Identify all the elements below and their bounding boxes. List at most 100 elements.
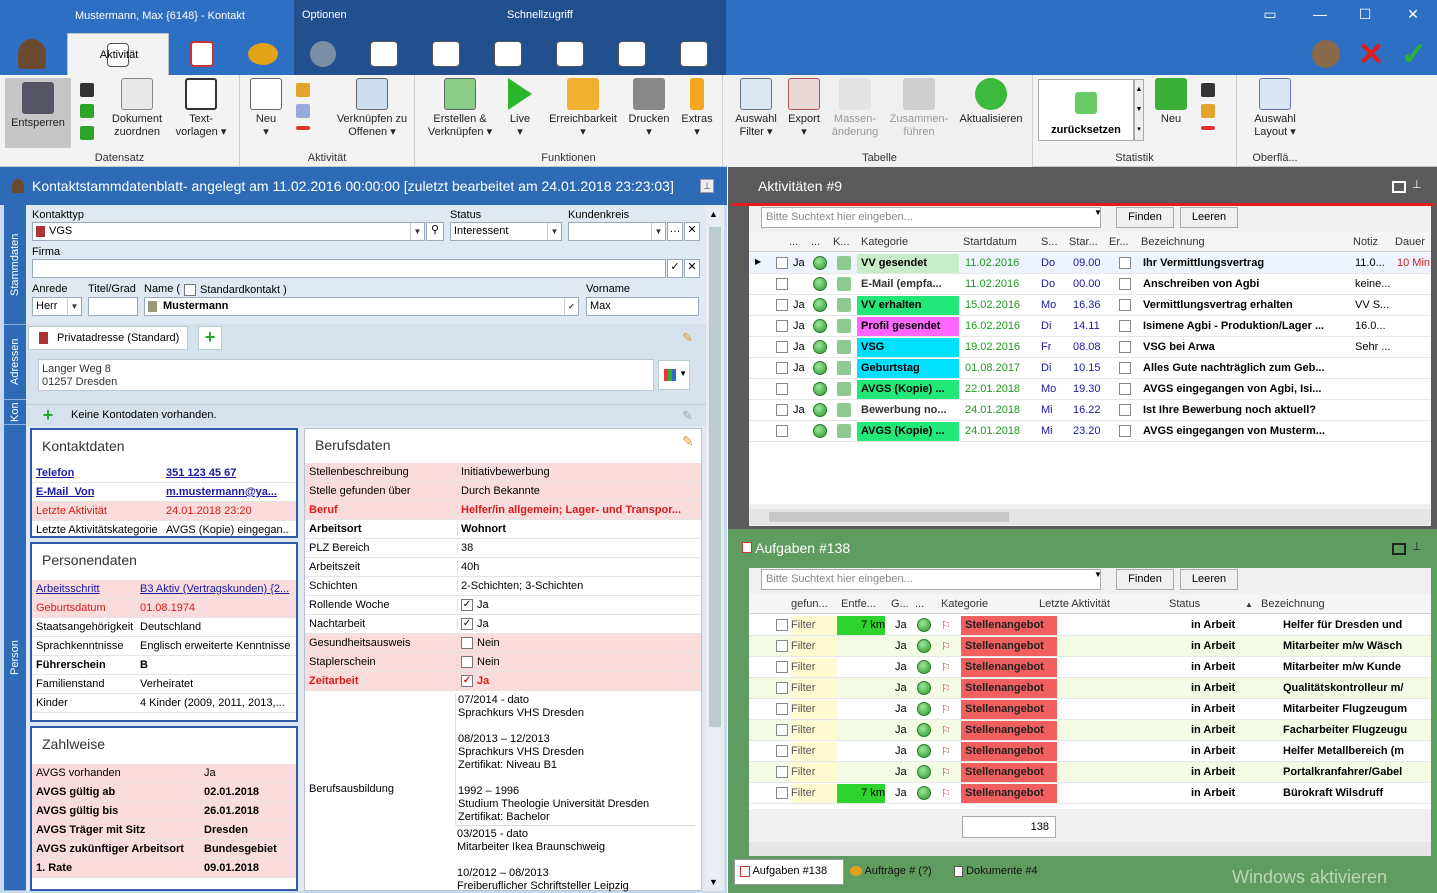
tab-stammdaten[interactable]: Stammdaten xyxy=(4,205,26,325)
column-header[interactable]: Notiz xyxy=(1353,236,1378,248)
erledigt-checkbox[interactable] xyxy=(1119,362,1131,374)
activity-row[interactable]: AVGS (Kopie) ... 24.01.2018 Mi 23.20 AVGS ei… xyxy=(749,421,1431,442)
live-button[interactable]: Live ▾ xyxy=(503,78,537,139)
checkbox[interactable]: ✓ xyxy=(461,618,473,631)
add-konto-button[interactable]: + xyxy=(36,405,60,425)
activity-row[interactable]: Ja VSG 19.02.2016 Fr 08.08 VSG bei Arwa Sehr .… xyxy=(749,337,1431,358)
column-header[interactable]: Startdatum xyxy=(963,236,1017,248)
clear-icon[interactable]: ✕ xyxy=(684,259,700,278)
qa-calendar-print[interactable] xyxy=(606,33,658,75)
checkbox[interactable]: ✓ xyxy=(461,599,473,612)
activity-row[interactable]: Ja Geburtstag 01.08.2017 Di 10.15 Alles Gute … xyxy=(749,358,1431,379)
column-header[interactable]: Entfe... xyxy=(841,598,876,610)
column-header[interactable]: ... xyxy=(915,598,924,610)
arrow-up-icon[interactable] xyxy=(80,104,94,118)
activity-row[interactable]: Ja Bewerbung no... 24.01.2018 Mi 16.22 Ist Ih… xyxy=(749,400,1431,421)
finden-button[interactable]: Finden xyxy=(1116,569,1174,590)
erledigt-checkbox[interactable] xyxy=(1119,404,1131,416)
row-checkbox[interactable] xyxy=(776,362,788,374)
verknuepfen-zu-offenen-button[interactable]: Verknüpfen zu Offenen ▾ xyxy=(332,78,412,139)
tab-privatadresse[interactable]: Privatadresse (Standard) xyxy=(28,326,188,350)
task-row[interactable]: Filter Ja ⚐ Stellenangebot in Arbeit Mitarbei… xyxy=(749,699,1431,720)
row-checkbox[interactable] xyxy=(776,703,788,715)
row-checkbox[interactable] xyxy=(776,404,788,416)
row-checkbox[interactable] xyxy=(776,661,788,673)
erledigt-checkbox[interactable] xyxy=(1119,383,1131,395)
maximize-button[interactable]: ☐ xyxy=(1350,6,1380,23)
erledigt-checkbox[interactable] xyxy=(1119,341,1131,353)
row-checkbox[interactable] xyxy=(776,320,788,332)
ctx-schnellzugriff[interactable]: Schnellzugriff xyxy=(507,9,573,21)
statistik-preview[interactable]: zurücksetzen xyxy=(1038,79,1134,141)
row-checkbox[interactable] xyxy=(776,257,788,269)
pin-icon[interactable]: ⊥ xyxy=(1412,540,1422,553)
erledigt-checkbox[interactable] xyxy=(1119,278,1131,290)
vorname-field[interactable]: Max xyxy=(586,297,699,316)
binoculars-icon[interactable]: ⚲ xyxy=(426,222,444,241)
window-icon[interactable] xyxy=(1392,181,1406,193)
delete-icon[interactable] xyxy=(1201,126,1215,130)
tab-auftraege[interactable]: Aufträge # (?) xyxy=(850,865,932,877)
row-checkbox[interactable] xyxy=(776,682,788,694)
confirm-icon[interactable]: ✓ xyxy=(1388,33,1437,75)
statistik-scroll[interactable]: ▲ ▼ ▾ xyxy=(1134,79,1144,141)
qa-calendar-search[interactable] xyxy=(482,33,534,75)
person-tab-icon[interactable] xyxy=(6,33,58,75)
entsperren-button[interactable]: Entsperren xyxy=(5,78,71,148)
delete-icon[interactable] xyxy=(296,126,310,130)
close-button[interactable]: ✕ xyxy=(1398,6,1428,23)
qa-calendar-help[interactable] xyxy=(668,33,720,75)
row-checkbox[interactable] xyxy=(776,341,788,353)
standardkontakt-checkbox[interactable]: Standardkontakt ) xyxy=(184,284,287,297)
titel-field[interactable] xyxy=(88,297,138,316)
drucken-button[interactable]: Drucken ▾ xyxy=(625,78,673,139)
activity-row[interactable]: AVGS (Kopie) ... 22.01.2018 Mo 19.30 AVGS ei… xyxy=(749,379,1431,400)
column-header[interactable]: K... xyxy=(833,236,850,248)
column-header[interactable]: Kategorie xyxy=(861,236,908,248)
column-header[interactable]: Bezeichnung xyxy=(1261,598,1325,610)
finden-button[interactable]: Finden xyxy=(1116,207,1174,228)
scroll-down-icon[interactable]: ▼ xyxy=(709,877,718,887)
sort-asc-icon[interactable]: ▲ xyxy=(1245,600,1253,609)
erledigt-checkbox[interactable] xyxy=(1119,257,1131,269)
leeren-button[interactable]: Leeren xyxy=(1180,207,1238,228)
anrede-select[interactable]: Herr ▼ xyxy=(32,297,82,316)
statistik-neu-button[interactable]: Neu xyxy=(1151,78,1191,126)
task-row[interactable]: Filter 7 km Ja ⚐ Stellenangebot in Arbeit Helf… xyxy=(749,615,1431,636)
activity-row[interactable]: E-Mail (empfa... 11.02.2016 Do 00.00 Anschre… xyxy=(749,274,1431,295)
massenaenderung-button[interactable]: Massen- änderung xyxy=(827,78,883,139)
firma-field[interactable] xyxy=(32,259,666,278)
export-button[interactable]: Export ▾ xyxy=(783,78,825,139)
checkbox[interactable]: ✓ xyxy=(461,675,473,688)
erreichbarkeit-button[interactable]: Erreichbarkeit ▾ xyxy=(545,78,621,139)
column-header[interactable]: S... xyxy=(1041,236,1058,248)
aktivitaeten-search[interactable]: Bitte Suchtext hier eingeben... xyxy=(761,207,1101,228)
row-checkbox[interactable] xyxy=(776,425,788,437)
column-header[interactable]: G... xyxy=(891,598,909,610)
kontakttyp-select[interactable]: VGS ▼ xyxy=(32,222,425,241)
horizontal-scrollbar[interactable] xyxy=(749,842,1431,856)
save-icon[interactable] xyxy=(80,83,94,97)
ctx-optionen[interactable]: Optionen xyxy=(302,9,347,21)
column-header[interactable]: Star... xyxy=(1069,236,1098,248)
auswahl-filter-button[interactable]: Auswahl Filter ▾ xyxy=(731,78,781,139)
row-checkbox[interactable] xyxy=(776,383,788,395)
row-checkbox[interactable] xyxy=(776,619,788,631)
task-row[interactable]: Filter Ja ⚐ Stellenangebot in Arbeit Mitarbei… xyxy=(749,636,1431,657)
pin-icon[interactable]: ⊥ xyxy=(1412,178,1422,191)
more-button[interactable]: … xyxy=(667,222,683,241)
pencil-icon[interactable] xyxy=(296,83,310,97)
pencil-icon[interactable]: ✎ xyxy=(682,408,693,424)
scroll-thumb[interactable] xyxy=(709,227,721,727)
row-checkbox[interactable] xyxy=(776,787,788,799)
aktivitaet-neu-button[interactable]: Neu ▾ xyxy=(246,78,286,139)
pin-icon[interactable]: ⊥ xyxy=(700,179,714,193)
erledigt-checkbox[interactable] xyxy=(1119,425,1131,437)
column-header[interactable]: Dauer xyxy=(1395,236,1425,248)
activity-row[interactable]: Ja Profil gesendet 16.02.2016 Di 14.11 Isimen… xyxy=(749,316,1431,337)
erledigt-checkbox[interactable] xyxy=(1119,299,1131,311)
column-header[interactable]: Er... xyxy=(1109,236,1129,248)
dokument-zuordnen-button[interactable]: Dokument zuordnen xyxy=(104,78,170,139)
column-header[interactable]: Kategorie xyxy=(941,598,988,610)
tab-gears[interactable] xyxy=(297,33,349,75)
